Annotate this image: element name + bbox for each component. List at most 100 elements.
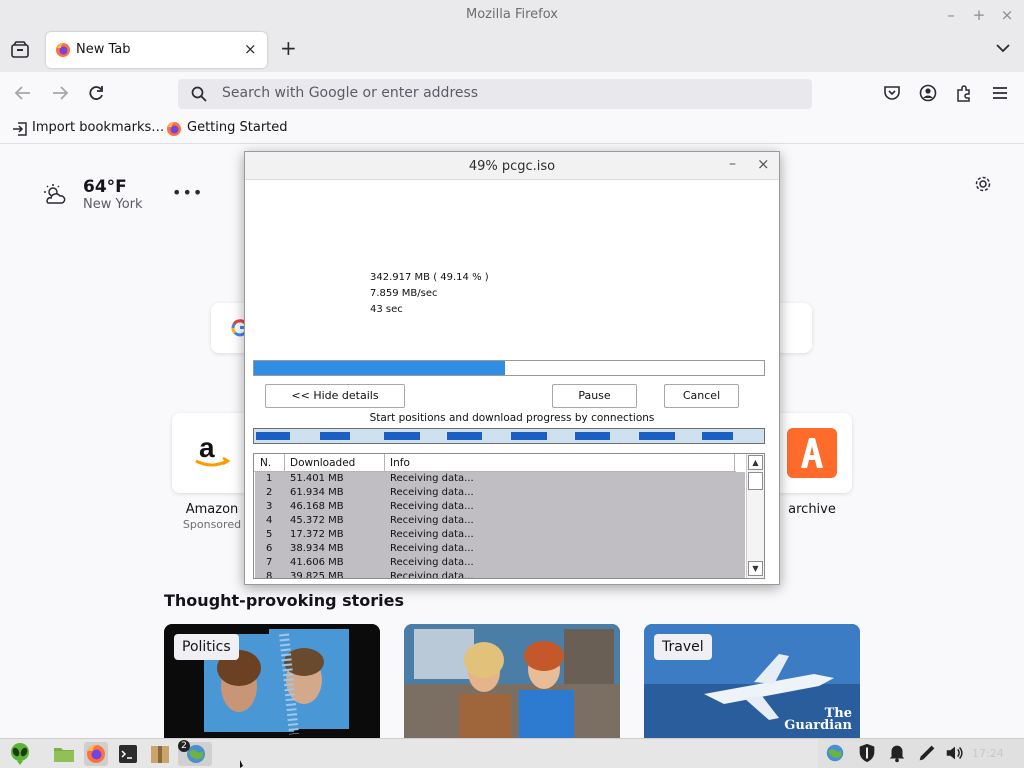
story-image: [404, 624, 620, 738]
shield-icon[interactable]: [856, 742, 880, 766]
extensions-puzzle-icon[interactable]: [955, 84, 973, 102]
story-card-retail[interactable]: [404, 624, 620, 738]
archive-logo-icon: [787, 428, 837, 478]
firefox-view-icon[interactable]: [10, 40, 30, 60]
connection-progress-segment: [511, 432, 547, 440]
download-dialog: 49% pcgc.iso – × 342.917 MB ( 49.14 % ) …: [244, 151, 780, 585]
story-card-travel[interactable]: Travel The Guardian: [644, 624, 860, 738]
firefox-logo-icon: [166, 121, 182, 137]
navigation-toolbar: Search with Google or enter address: [0, 72, 1024, 114]
tab-new-tab[interactable]: New Tab ×: [46, 32, 267, 68]
table-row[interactable]: 2 61.934 MB Receiving data...: [255, 486, 745, 500]
tab-label: New Tab: [76, 42, 131, 57]
notification-bell-icon[interactable]: [886, 742, 910, 766]
column-header-info[interactable]: Info: [390, 457, 410, 469]
amazon-logo-icon: a: [194, 433, 230, 471]
column-divider[interactable]: [734, 454, 735, 472]
table-row[interactable]: 1 51.401 MB Receiving data...: [255, 472, 745, 486]
column-divider[interactable]: [284, 454, 285, 472]
import-icon: [12, 121, 28, 137]
alien-menu-icon[interactable]: [8, 742, 32, 766]
weather-temperature: 64°F: [83, 177, 127, 197]
back-arrow-icon[interactable]: [14, 84, 32, 102]
connection-progress-segment: [638, 432, 676, 440]
table-row[interactable]: 3 46.168 MB Receiving data...: [255, 500, 745, 514]
dialog-title: 49% pcgc.iso: [468, 159, 556, 174]
dialog-minimize-icon[interactable]: –: [729, 156, 736, 172]
shortcut-tile-archive[interactable]: [772, 413, 852, 493]
dialog-body: 342.917 MB ( 49.14 % ) 7.859 MB/sec 43 s…: [245, 180, 779, 584]
bookmarks-toolbar: Import bookmarks… Getting Started: [0, 114, 1024, 144]
time-remaining: 43 sec: [370, 304, 403, 315]
column-header-downloaded[interactable]: Downloaded: [290, 457, 355, 469]
cancel-button[interactable]: Cancel: [664, 384, 739, 408]
taskbar-badge: 2: [178, 740, 190, 752]
connection-progress-segment: [574, 432, 610, 440]
table-row[interactable]: 5 17.372 MB Receiving data...: [255, 528, 745, 542]
table-header: N. Downloaded Info: [254, 454, 736, 472]
maximize-window-button[interactable]: +: [969, 5, 989, 25]
table-scrollbar[interactable]: ▲ ▼: [746, 454, 764, 578]
account-icon[interactable]: [919, 84, 937, 102]
connection-progress-segment: [447, 432, 482, 440]
pause-button[interactable]: Pause: [552, 384, 637, 408]
story-tag: Politics: [174, 634, 239, 660]
new-tab-button[interactable]: +: [280, 38, 297, 58]
minimize-window-button[interactable]: –: [941, 5, 961, 25]
window-title: Mozilla Firefox: [466, 7, 558, 22]
story-card-politics[interactable]: Politics: [164, 624, 380, 738]
table-row[interactable]: 6 38.934 MB Receiving data...: [255, 542, 745, 556]
volume-speaker-icon[interactable]: [944, 742, 968, 766]
taskbar: 2 17:24: [0, 738, 1024, 768]
weather-partly-cloudy-icon: [42, 183, 66, 207]
table-body: 1 51.401 MB Receiving data... 2 61.934 MB Re…: [255, 472, 745, 578]
shortcut-tile-amazon[interactable]: a: [172, 413, 252, 493]
file-manager-folder-icon[interactable]: [52, 742, 76, 766]
archive-manager-icon[interactable]: [148, 742, 172, 766]
settings-gear-icon[interactable]: [974, 175, 992, 193]
scroll-down-arrow-icon[interactable]: ▼: [748, 561, 763, 576]
hide-details-button[interactable]: << Hide details: [265, 384, 405, 408]
close-window-button[interactable]: ×: [997, 5, 1017, 25]
bookmark-import[interactable]: Import bookmarks…: [32, 120, 164, 135]
forward-arrow-icon[interactable]: [51, 84, 69, 102]
column-divider[interactable]: [384, 454, 385, 472]
weather-more-options-icon[interactable]: •••: [172, 183, 203, 202]
list-all-tabs-chevron-icon[interactable]: [995, 42, 1011, 54]
address-bar[interactable]: Search with Google or enter address: [178, 79, 812, 109]
address-bar-placeholder: Search with Google or enter address: [222, 85, 479, 101]
stories-heading: Thought-provoking stories: [164, 591, 405, 610]
dialog-titlebar[interactable]: 49% pcgc.iso – ×: [245, 152, 779, 180]
table-row[interactable]: 8 39.825 MB Receiving data...: [255, 570, 745, 578]
downloaded-amount: 342.917 MB ( 49.14 % ): [370, 272, 489, 283]
connections-caption: Start positions and download progress by…: [369, 412, 655, 424]
close-tab-icon[interactable]: ×: [244, 40, 257, 58]
download-speed: 7.859 MB/sec: [370, 288, 438, 299]
bookmark-getting-started[interactable]: Getting Started: [187, 120, 288, 135]
table-row[interactable]: 4 45.372 MB Receiving data...: [255, 514, 745, 528]
scroll-up-arrow-icon[interactable]: ▲: [748, 455, 763, 470]
story-tag: Travel: [654, 634, 712, 660]
dialog-close-icon[interactable]: ×: [757, 155, 770, 173]
overall-progress-bar: [253, 360, 765, 376]
column-header-n[interactable]: N.: [260, 457, 271, 469]
download-manager-taskbar-icon[interactable]: 2: [178, 740, 212, 766]
connection-progress-segment: [702, 432, 733, 440]
system-tray: 17:24: [818, 739, 1024, 768]
clock[interactable]: 17:24: [972, 747, 1004, 760]
firefox-logo-icon: [55, 42, 71, 58]
scrollbar-thumb[interactable]: [748, 472, 763, 490]
table-row[interactable]: 7 41.606 MB Receiving data...: [255, 556, 745, 570]
firefox-taskbar-icon[interactable]: [84, 742, 108, 766]
window-titlebar: Mozilla Firefox – + ×: [0, 0, 1024, 30]
reload-icon[interactable]: [87, 84, 105, 102]
connection-progress-segment: [319, 432, 351, 440]
download-tray-icon[interactable]: [824, 742, 848, 766]
connection-progress-segment: [383, 432, 421, 440]
terminal-icon[interactable]: [116, 742, 140, 766]
connections-table: N. Downloaded Info 1 51.401 MB Receiving d…: [253, 453, 765, 579]
hamburger-menu-icon[interactable]: [991, 84, 1009, 102]
pocket-icon[interactable]: [883, 84, 901, 102]
pen-tool-icon[interactable]: [916, 742, 940, 766]
tab-strip: New Tab × +: [0, 30, 1024, 72]
